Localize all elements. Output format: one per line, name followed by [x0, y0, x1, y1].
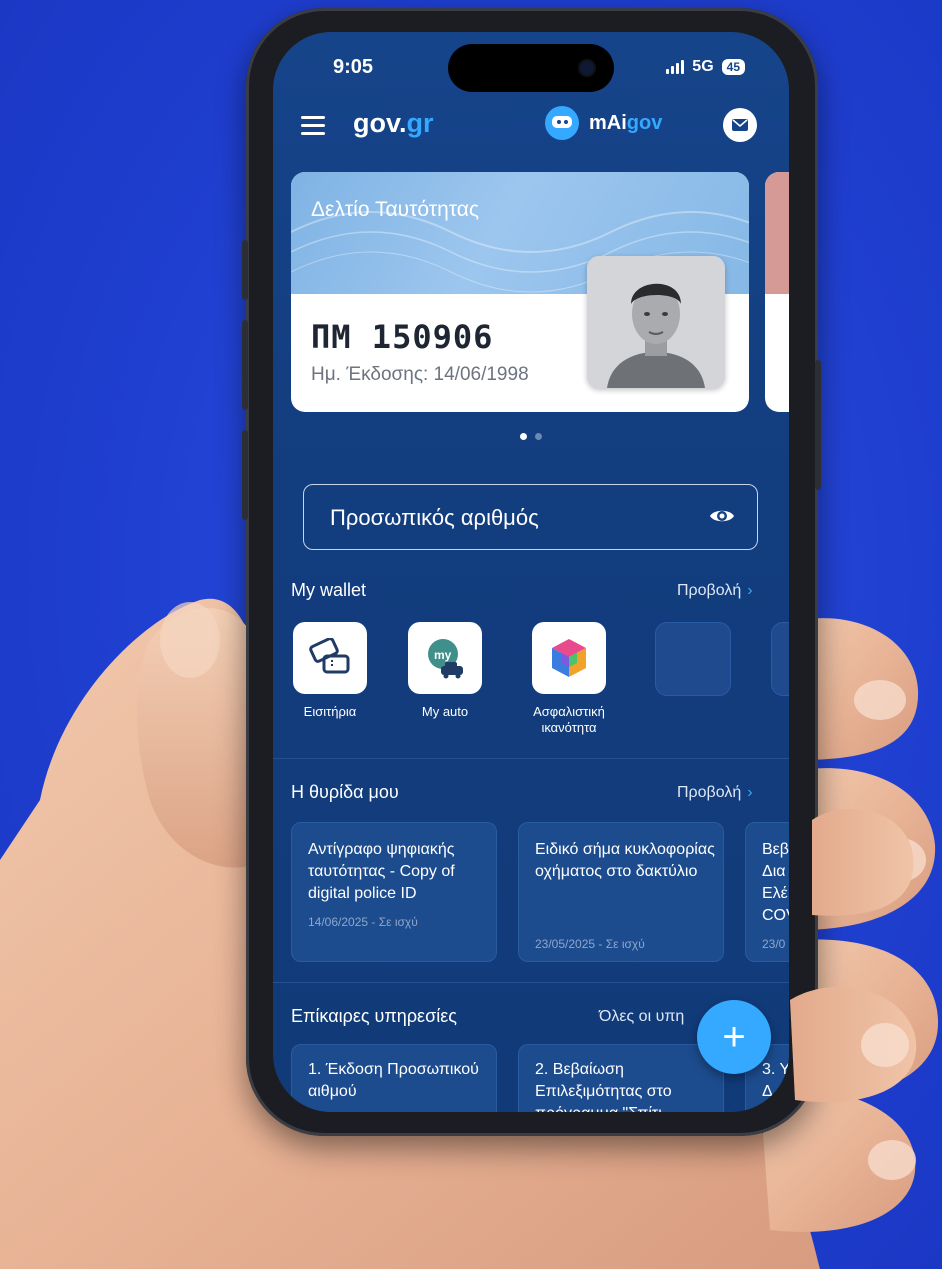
- my-auto-icon: my: [428, 639, 463, 679]
- mail-button[interactable]: [723, 108, 757, 142]
- wallet-view-link[interactable]: Προβολή ›: [677, 582, 753, 600]
- menu-icon[interactable]: [301, 116, 325, 136]
- battery-icon: 45: [721, 59, 745, 75]
- inbox-doc-card[interactable]: Αντίγραφο ψηφιακής ταυτότητας - Copy of …: [291, 822, 497, 962]
- next-card-preview[interactable]: [765, 172, 789, 412]
- robot-icon: [545, 106, 579, 140]
- service-title: 2. Βεβαίωση Επιλεξιμότητας στο πρόγραμμα…: [535, 1061, 672, 1112]
- volume-button: [242, 430, 248, 520]
- power-button: [815, 360, 821, 490]
- inbox-title: Η θυρίδα μου: [291, 782, 399, 802]
- envelope-icon: [732, 119, 748, 131]
- eye-icon[interactable]: [709, 507, 735, 525]
- wallet-item-tickets[interactable]: [293, 622, 367, 694]
- doc-title: Ειδικό σήμα κυκλοφορίας οχήματος στο δακ…: [535, 841, 715, 880]
- personal-number-label: Προσωπικός αριθμός: [330, 505, 539, 530]
- doc-meta: 23/05/2025 - Σε ισχύ: [535, 937, 645, 951]
- volume-button: [242, 240, 248, 300]
- id-photo: [587, 256, 725, 388]
- wallet-item-insurance[interactable]: [532, 622, 606, 694]
- inbox-doc-card[interactable]: Βεβ Δια Ελέ COV 23/0: [745, 822, 789, 962]
- doc-meta: 14/06/2025 - Σε ισχύ: [308, 915, 418, 929]
- wallet-label-my-auto: My auto: [421, 704, 469, 719]
- tickets-icon: [309, 638, 350, 674]
- id-number: ΠΜ 150906: [311, 318, 494, 356]
- personal-number-field[interactable]: Προσωπικός αριθμός: [303, 484, 758, 550]
- insurance-cube-icon: [552, 639, 586, 677]
- maigov-label: mAigov: [589, 111, 663, 134]
- add-button[interactable]: +: [697, 1000, 771, 1074]
- gov-gr-logo: gov.gr: [353, 108, 434, 138]
- volume-button: [242, 320, 248, 410]
- service-card[interactable]: 1. Έκδοση Προσωπικού αιθμού: [291, 1044, 497, 1112]
- services-view-link[interactable]: Όλες οι υπη: [599, 1008, 684, 1026]
- wallet-label-insurance: Ασφαλιστική ικανότητα: [533, 704, 605, 735]
- status-time: 9:05: [333, 56, 374, 78]
- status-bar: 9:05 5G 45: [273, 56, 789, 86]
- wallet-item-empty[interactable]: [655, 622, 731, 696]
- service-title: 3. Υ Δ: [762, 1061, 789, 1100]
- svg-text:my: my: [434, 648, 452, 662]
- phone-screen: 9:05 5G 45 gov.gr mAigov Δελτίο Ταυτότητ…: [273, 32, 789, 1112]
- inbox-doc-card[interactable]: Ειδικό σήμα κυκλοφορίας οχήματος στο δακ…: [518, 822, 724, 962]
- id-card[interactable]: Δελτίο Ταυτότητας ΠΜ 150906 Ημ. Έκδοσης:…: [291, 172, 749, 412]
- app-header: gov.gr mAigov: [273, 104, 789, 148]
- doc-title: Αντίγραφο ψηφιακής ταυτότητας - Copy of …: [308, 841, 455, 902]
- inbox-view-link[interactable]: Προβολή ›: [677, 784, 753, 802]
- service-card[interactable]: 2. Βεβαίωση Επιλεξιμότητας στο πρόγραμμα…: [518, 1044, 724, 1112]
- network-type: 5G: [692, 58, 714, 75]
- services-title: Επίκαιρες υπηρεσίες: [291, 1006, 457, 1026]
- wallet-label-tickets: Εισιτήρια: [303, 704, 357, 719]
- section-divider: [273, 982, 789, 983]
- carousel-dots: [273, 433, 789, 440]
- section-divider: [273, 758, 789, 759]
- doc-meta: 23/0: [762, 937, 786, 951]
- issue-date: Ημ. Έκδοσης: 14/06/1998: [311, 364, 529, 385]
- wallet-item-empty[interactable]: [771, 622, 789, 696]
- doc-title: Βεβ Δια Ελέ COV: [762, 841, 789, 924]
- service-title: 1. Έκδοση Προσωπικού αιθμού: [308, 1061, 479, 1100]
- signal-icon: [666, 60, 685, 74]
- wallet-item-my-auto[interactable]: my: [408, 622, 482, 694]
- maigov-assistant-button[interactable]: mAigov: [545, 106, 662, 140]
- wallet-title: My wallet: [291, 580, 367, 600]
- card-title: Δελτίο Ταυτότητας: [311, 198, 480, 221]
